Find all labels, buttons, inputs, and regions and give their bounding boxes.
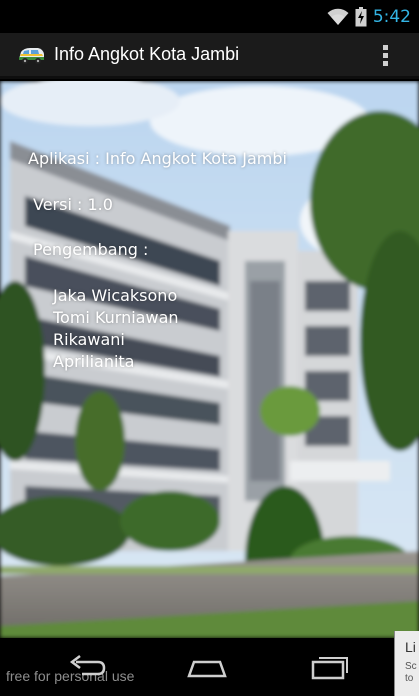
- about-content: Aplikasi : Info Angkot Kota Jambi Versi …: [0, 81, 419, 638]
- developer-name: Jaka Wicaksono: [53, 286, 178, 305]
- wifi-icon: [327, 8, 349, 25]
- angkot-app-icon: [19, 48, 44, 64]
- status-bar: 5:42: [0, 0, 419, 33]
- status-icons: 5:42: [327, 6, 411, 28]
- back-icon[interactable]: [62, 652, 112, 682]
- developer-name: Rikawani: [53, 330, 125, 349]
- developer-name: Tomi Kurniawan: [53, 308, 179, 327]
- home-icon[interactable]: [182, 652, 232, 682]
- app-title: Info Angkot Kota Jambi: [54, 44, 240, 64]
- overflow-menu-icon[interactable]: [381, 43, 389, 69]
- notification-snippet[interactable]: Li Sc to: [394, 631, 419, 696]
- snippet-title: Li: [405, 639, 416, 655]
- recent-apps-icon[interactable]: [305, 652, 355, 682]
- version-line: Versi : 1.0: [33, 195, 113, 214]
- action-bar: Info Angkot Kota Jambi: [0, 33, 419, 79]
- developer-list: Jaka Wicaksono Tomi Kurniawan Rikawani A…: [53, 285, 179, 373]
- developer-label: Pengembang :: [33, 240, 149, 259]
- snippet-text: Sc to: [405, 661, 417, 684]
- battery-charging-icon: [355, 7, 367, 27]
- developer-name: Aprilianita: [53, 352, 135, 371]
- screen: 5:42 Info Angkot Kota Jambi Aplikasi: I…: [0, 0, 419, 696]
- about-info: Aplikasi : Info Angkot Kota Jambi Versi …: [0, 81, 419, 638]
- status-time: 5:42: [372, 7, 411, 27]
- navigation-bar: free for personal use: [0, 638, 419, 696]
- app-name-line: Aplikasi : Info Angkot Kota Jambi: [28, 149, 287, 168]
